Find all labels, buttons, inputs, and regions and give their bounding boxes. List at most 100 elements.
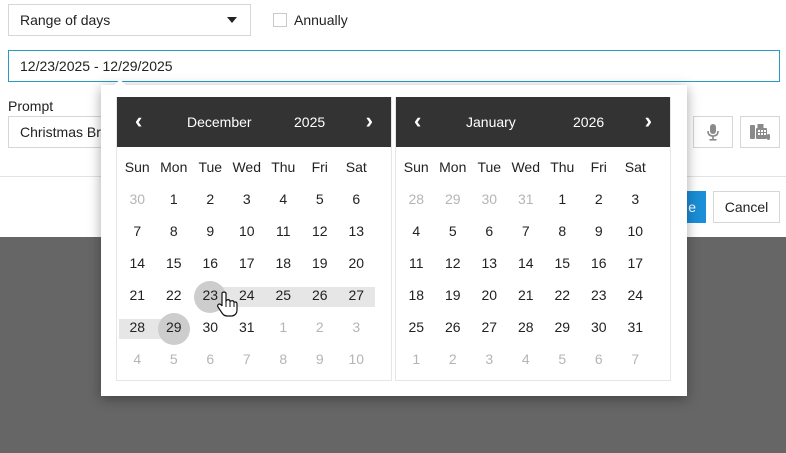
day-cell[interactable]: 25 (398, 313, 435, 341)
day-cell[interactable]: 29 (544, 313, 581, 341)
day-cell[interactable]: 28 (119, 313, 156, 341)
day-cell[interactable]: 9 (302, 345, 339, 373)
month-label[interactable]: January (466, 114, 516, 130)
phone-record-button[interactable] (740, 116, 780, 148)
day-cell[interactable]: 8 (156, 217, 193, 245)
date-range-input[interactable]: 12/23/2025 - 12/29/2025 (8, 50, 780, 82)
day-cell[interactable]: 1 (265, 313, 302, 341)
recurrence-select[interactable]: Range of days (8, 4, 251, 36)
day-cell[interactable]: 16 (581, 249, 618, 277)
day-cell[interactable]: 6 (338, 185, 375, 213)
next-month-button[interactable]: › (366, 110, 373, 132)
day-cell[interactable]: 25 (265, 281, 302, 309)
annually-checkbox[interactable] (273, 13, 287, 27)
day-cell[interactable]: 8 (544, 217, 581, 245)
day-cell[interactable]: 2 (302, 313, 339, 341)
day-cell[interactable]: 22 (156, 281, 193, 309)
day-cell[interactable]: 7 (229, 345, 266, 373)
day-cell[interactable]: 6 (471, 217, 508, 245)
cancel-button[interactable]: Cancel (713, 191, 780, 223)
day-cell[interactable]: 1 (156, 185, 193, 213)
day-cell[interactable]: 17 (617, 249, 654, 277)
month-label[interactable]: December (187, 114, 252, 130)
day-number: 20 (348, 255, 365, 271)
year-label[interactable]: 2026 (573, 114, 604, 130)
day-cell[interactable]: 10 (617, 217, 654, 245)
day-cell[interactable]: 27 (338, 281, 375, 309)
day-cell[interactable]: 19 (435, 281, 472, 309)
record-button[interactable] (693, 116, 733, 148)
day-cell[interactable]: 6 (581, 345, 618, 373)
day-cell[interactable]: 18 (398, 281, 435, 309)
day-cell[interactable]: 10 (229, 217, 266, 245)
day-cell[interactable]: 18 (265, 249, 302, 277)
day-cell[interactable]: 23 (581, 281, 618, 309)
day-cell[interactable]: 30 (192, 313, 229, 341)
range-end-day[interactable]: 29 (155, 313, 193, 345)
day-cell[interactable]: 4 (265, 185, 302, 213)
day-cell[interactable]: 4 (508, 345, 545, 373)
day-cell[interactable]: 30 (581, 313, 618, 341)
day-cell[interactable]: 11 (265, 217, 302, 245)
day-cell[interactable]: 14 (119, 249, 156, 277)
day-cell[interactable]: 9 (581, 217, 618, 245)
day-cell[interactable]: 12 (302, 217, 339, 245)
day-cell[interactable]: 7 (617, 345, 654, 373)
annually-option[interactable]: Annually (273, 12, 348, 28)
day-cell[interactable]: 15 (156, 249, 193, 277)
day-cell[interactable]: 7 (119, 217, 156, 245)
day-cell[interactable]: 4 (398, 217, 435, 245)
day-cell[interactable]: 2 (435, 345, 472, 373)
day-cell[interactable]: 30 (119, 185, 156, 213)
day-cell[interactable]: 13 (471, 249, 508, 277)
day-cell[interactable]: 31 (229, 313, 266, 341)
day-cell[interactable]: 5 (156, 345, 193, 373)
prev-month-button[interactable]: ‹ (414, 110, 421, 132)
day-cell[interactable]: 6 (192, 345, 229, 373)
day-cell[interactable]: 31 (508, 185, 545, 213)
day-cell[interactable]: 29 (435, 185, 472, 213)
calendar-grid: Sun Mon Tue Wed Thu Fri Sat 28 29 30 31 1 2 3 4 5 6 7 8 9 10… (398, 157, 668, 375)
day-cell[interactable]: 28 (398, 185, 435, 213)
day-cell[interactable]: 28 (508, 313, 545, 341)
day-cell[interactable]: 2 (192, 185, 229, 213)
day-cell[interactable]: 26 (435, 313, 472, 341)
day-cell[interactable]: 16 (192, 249, 229, 277)
day-cell[interactable]: 13 (338, 217, 375, 245)
day-cell[interactable]: 20 (471, 281, 508, 309)
day-cell[interactable]: 8 (265, 345, 302, 373)
day-cell[interactable]: 12 (435, 249, 472, 277)
day-number: 1 (412, 351, 421, 367)
next-month-button[interactable]: › (645, 110, 652, 132)
day-cell[interactable]: 5 (302, 185, 339, 213)
day-cell[interactable]: 10 (338, 345, 375, 373)
day-cell[interactable]: 9 (192, 217, 229, 245)
day-cell[interactable]: 1 (398, 345, 435, 373)
day-cell[interactable]: 2 (581, 185, 618, 213)
day-cell[interactable]: 21 (508, 281, 545, 309)
day-cell[interactable]: 30 (471, 185, 508, 213)
day-cell[interactable]: 7 (508, 217, 545, 245)
day-cell[interactable]: 24 (617, 281, 654, 309)
day-cell[interactable]: 20 (338, 249, 375, 277)
day-cell[interactable]: 3 (617, 185, 654, 213)
day-cell[interactable]: 22 (544, 281, 581, 309)
year-label[interactable]: 2025 (294, 114, 325, 130)
day-cell[interactable]: 1 (544, 185, 581, 213)
day-cell[interactable]: 4 (119, 345, 156, 373)
day-cell[interactable]: 11 (398, 249, 435, 277)
day-cell[interactable]: 3 (471, 345, 508, 373)
day-cell[interactable]: 14 (508, 249, 545, 277)
day-cell[interactable]: 15 (544, 249, 581, 277)
day-cell[interactable]: 3 (229, 185, 266, 213)
day-cell[interactable]: 27 (471, 313, 508, 341)
day-cell[interactable]: 5 (544, 345, 581, 373)
day-cell[interactable]: 21 (119, 281, 156, 309)
prev-month-button[interactable]: ‹ (135, 110, 142, 132)
day-cell[interactable]: 19 (302, 249, 339, 277)
day-cell[interactable]: 17 (229, 249, 266, 277)
day-cell[interactable]: 3 (338, 313, 375, 341)
day-cell[interactable]: 5 (435, 217, 472, 245)
day-cell[interactable]: 31 (617, 313, 654, 341)
day-cell[interactable]: 26 (301, 281, 339, 309)
